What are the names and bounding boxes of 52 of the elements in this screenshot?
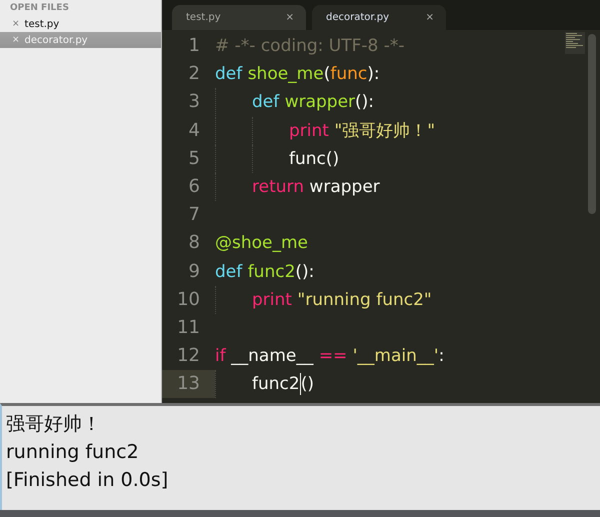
code-text: func() [289, 148, 340, 169]
code-keyword: print [289, 120, 329, 141]
code-keyword: == [318, 346, 348, 366]
line-number: 10 [176, 288, 201, 312]
code-text: __name__ [231, 346, 314, 366]
code-keyword: def [215, 262, 242, 282]
file-item[interactable]: × test.py [0, 16, 161, 32]
code-keyword: def [215, 64, 242, 84]
line-number: 3 [188, 90, 201, 114]
code-text: wrapper [309, 177, 380, 198]
line-number: 8 [188, 231, 201, 256]
scrollbar[interactable] [588, 34, 596, 214]
code-comment: # -*- coding: UTF-8 -*- [215, 36, 405, 56]
code-keyword: return [252, 177, 304, 198]
code-keyword: def [252, 92, 280, 112]
output-line: running func2 [6, 440, 140, 465]
line-number: 6 [188, 175, 201, 200]
code-string: '__main__' [352, 346, 439, 366]
line-number: 1 [188, 34, 201, 58]
line-number: 7 [188, 203, 201, 228]
file-tab[interactable]: test.py × [172, 5, 306, 30]
code-string: "running func2" [297, 290, 432, 310]
close-icon[interactable]: × [286, 12, 294, 23]
line-number: 2 [188, 62, 201, 86]
code-identifier: shoe_me [248, 64, 324, 84]
line-number: 5 [188, 146, 201, 171]
code-text: : [438, 346, 444, 366]
code-identifier: func2 [248, 262, 296, 282]
code-text: (): [295, 262, 314, 282]
line-number: 9 [188, 260, 201, 284]
close-icon[interactable]: × [426, 12, 434, 23]
line-number: 4 [188, 118, 201, 143]
code-identifier: @shoe_me [215, 233, 308, 254]
code-text: ): [367, 64, 380, 84]
code-text: ( [324, 64, 330, 84]
code-string: "强哥好帅！" [334, 120, 436, 142]
code-text: func2 [252, 374, 300, 394]
sidebar-header: OPEN FILES [9, 3, 70, 15]
close-icon[interactable]: × [12, 19, 20, 29]
code-keyword: print [252, 290, 292, 310]
output-line: 强哥好帅！ [6, 412, 102, 437]
code-text: () [300, 374, 314, 394]
code-parameter: func [330, 64, 368, 84]
code-keyword: if [215, 346, 226, 366]
file-tab[interactable]: decorator.py × [312, 5, 446, 30]
code-identifier: wrapper [284, 92, 356, 112]
line-number: 12 [176, 344, 201, 368]
code-text: (): [355, 92, 374, 112]
output-line: [Finished in 0.0s] [6, 468, 170, 493]
line-number: 11 [176, 316, 201, 340]
line-number: 13 [162, 370, 215, 398]
minimap-drawing[interactable] [565, 32, 585, 54]
